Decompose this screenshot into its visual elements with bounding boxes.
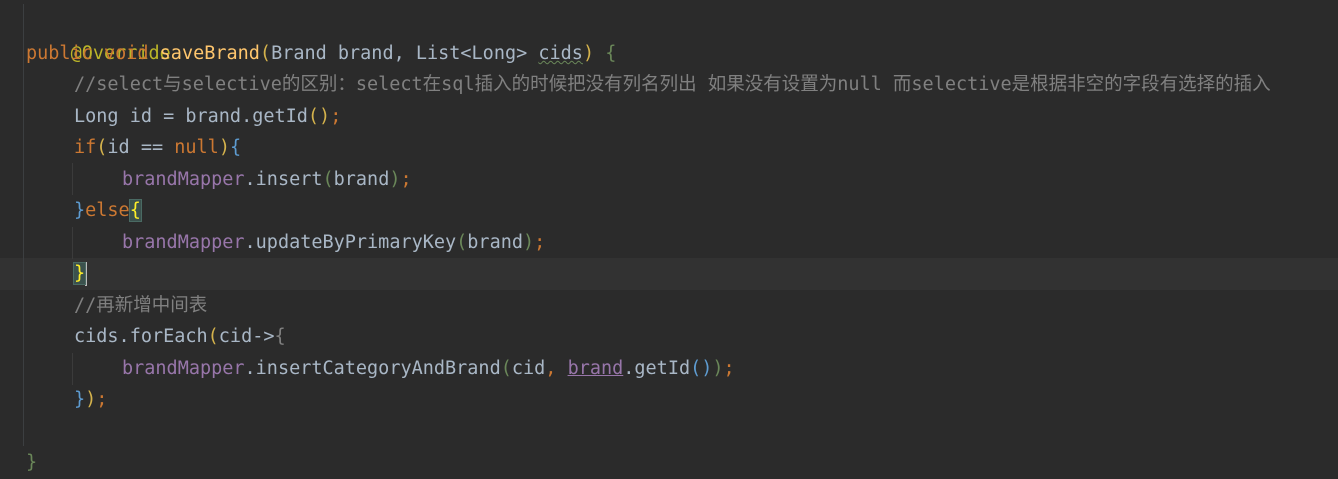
semicolon: ; xyxy=(400,169,412,190)
gutter-indent-guide xyxy=(23,4,24,446)
code-line-3[interactable]: //select与selective的区别：select在sql插入的时候把没有… xyxy=(74,69,1271,101)
field-brandmapper: brandMapper xyxy=(122,169,245,190)
parameters: Brand brand, List<Long> xyxy=(271,43,539,64)
arg-brand: brand xyxy=(467,232,523,253)
comment-select: //select与selective的区别：select在sql插入的时候把没有… xyxy=(74,74,1271,95)
semicolon: ; xyxy=(534,232,546,253)
paren-close: ) xyxy=(218,137,230,158)
semicolon: ; xyxy=(96,389,108,410)
code-line-7[interactable]: }else{ xyxy=(74,195,142,227)
indent-guide xyxy=(72,353,73,385)
call-parens: () xyxy=(307,106,331,127)
lambda-param: cid-> xyxy=(218,326,275,347)
keyword-void: void xyxy=(103,43,149,64)
arg-brand: brand xyxy=(567,358,624,379)
call-parens: () xyxy=(690,358,713,379)
code-line-1[interactable]: @Override xyxy=(26,6,171,64)
paren-open: ( xyxy=(259,43,272,64)
paren-close: ) xyxy=(85,389,97,410)
keyword-null: null xyxy=(174,137,219,158)
brace-close: } xyxy=(74,389,86,410)
keyword-else: else xyxy=(85,200,130,221)
code-line-12[interactable]: brandMapper.insertCategoryAndBrand(cid, … xyxy=(122,353,735,385)
brace-close: } xyxy=(74,200,86,221)
semicolon: ; xyxy=(330,106,342,127)
brace-close-matched: } xyxy=(72,262,87,285)
condition: id == xyxy=(107,137,175,158)
comment-middle-table: //再新增中间表 xyxy=(74,295,208,316)
brace-open-matched: { xyxy=(128,199,142,222)
paren-close: ) xyxy=(389,169,401,190)
method-getid: .getId xyxy=(623,358,691,379)
indent-guide xyxy=(72,163,73,195)
paren-open: ( xyxy=(500,358,512,379)
indent-guide xyxy=(72,227,73,259)
brace-close-method: } xyxy=(26,452,38,473)
keyword-public: public xyxy=(26,43,93,64)
field-brandmapper: brandMapper xyxy=(122,358,245,379)
code-line-6[interactable]: brandMapper.insert(brand); xyxy=(122,164,412,196)
current-line-highlight xyxy=(0,258,1338,290)
keyword-if: if xyxy=(74,137,97,158)
paren-close: ) xyxy=(523,232,535,253)
paren-close: ) xyxy=(712,358,724,379)
method-insert-category: .insertCategoryAndBrand xyxy=(244,358,501,379)
paren-open: ( xyxy=(207,326,219,347)
arg-brand: brand xyxy=(333,169,390,190)
semicolon: ; xyxy=(723,358,735,379)
paren-open: ( xyxy=(96,137,108,158)
code-line-4[interactable]: Long id = brand.getId(); xyxy=(74,101,341,133)
param-cids: cids xyxy=(538,43,583,64)
method-name: saveBrand xyxy=(159,43,260,64)
brace-open: { xyxy=(229,137,242,158)
arg-cid: cid xyxy=(511,358,546,379)
method-update: .updateByPrimaryKey xyxy=(244,232,457,253)
code-line-8[interactable]: brandMapper.updateByPrimaryKey(brand); xyxy=(122,227,545,259)
statement-long-id: Long id = brand.getId xyxy=(74,106,308,127)
brace-open: { xyxy=(605,43,617,64)
code-line-5[interactable]: if(id == null){ xyxy=(74,132,241,164)
code-line-2[interactable]: public void saveBrand(Brand brand, List<… xyxy=(26,38,616,70)
text-caret xyxy=(85,262,88,286)
paren-open: ( xyxy=(322,169,334,190)
code-editor[interactable]: @Override public void saveBrand(Brand br… xyxy=(0,0,1338,475)
code-line-10[interactable]: //再新增中间表 xyxy=(74,290,207,322)
code-line-15[interactable]: } xyxy=(26,447,37,479)
paren-open: ( xyxy=(456,232,468,253)
cids-foreach: cids.forEach xyxy=(74,326,208,347)
brace-open: { xyxy=(274,326,286,347)
paren-close: ) xyxy=(582,43,595,64)
comma: , xyxy=(545,358,568,379)
code-line-13[interactable]: }); xyxy=(74,384,107,416)
method-insert: .insert xyxy=(244,169,323,190)
code-line-11[interactable]: cids.forEach(cid->{ xyxy=(74,321,286,353)
code-line-9[interactable]: } xyxy=(72,258,88,290)
field-brandmapper: brandMapper xyxy=(122,232,245,253)
